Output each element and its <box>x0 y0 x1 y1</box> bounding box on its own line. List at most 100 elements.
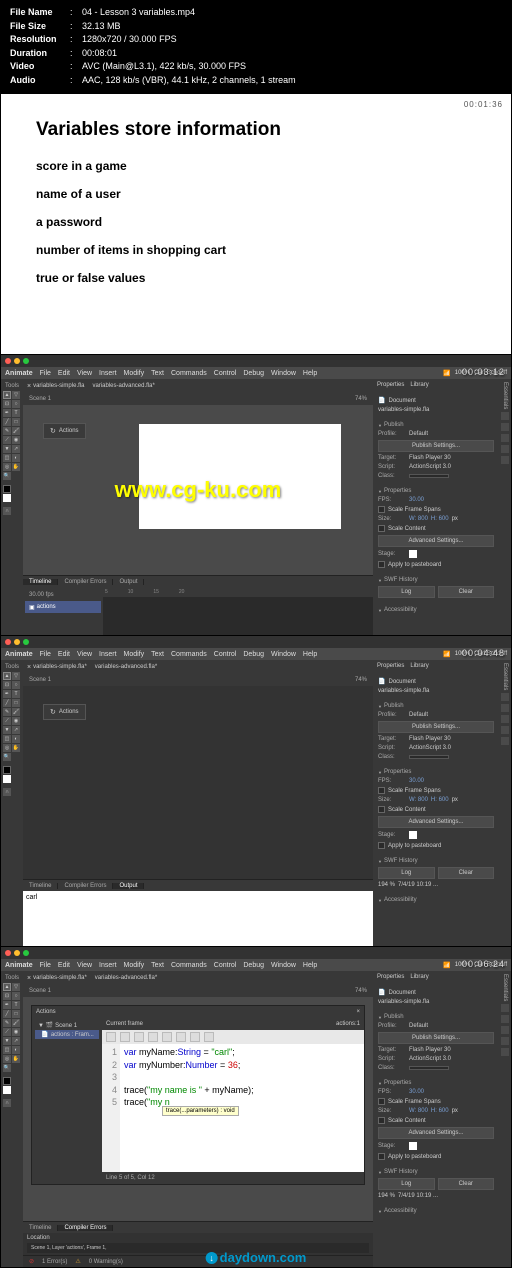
bone-tool-icon[interactable]: ⟋ <box>3 717 11 725</box>
menu-insert[interactable]: Insert <box>99 962 117 969</box>
hand-tool-icon[interactable]: ✋ <box>12 1055 20 1063</box>
log-button[interactable]: Log <box>378 867 435 879</box>
maximize-icon[interactable] <box>23 639 29 645</box>
bucket-tool-icon[interactable]: ▼ <box>3 445 11 453</box>
camera-tool-icon[interactable]: ◎ <box>3 1055 11 1063</box>
eraser-tool-icon[interactable]: ◫ <box>3 735 11 743</box>
text-tool-icon[interactable]: T <box>12 1001 20 1009</box>
tab-properties[interactable]: Properties <box>377 382 404 388</box>
scale-frame-checkbox[interactable] <box>378 506 385 513</box>
stage-color[interactable] <box>409 831 417 839</box>
tab-compiler-errors[interactable]: Compiler Errors <box>58 579 113 585</box>
publish-settings-button[interactable]: Publish Settings... <box>378 440 494 452</box>
scene-name[interactable]: Scene 1 <box>29 988 51 994</box>
menu-insert[interactable]: Insert <box>99 370 117 377</box>
snap-icon[interactable]: ∩ <box>3 507 11 515</box>
components-icon[interactable] <box>501 1048 509 1056</box>
transform-tool-icon[interactable]: ⊡ <box>3 681 11 689</box>
menu-modify[interactable]: Modify <box>124 651 145 658</box>
advanced-settings-button[interactable]: Advanced Settings... <box>378 1127 494 1139</box>
bone-tool-icon[interactable]: ⟋ <box>3 436 11 444</box>
lasso-tool-icon[interactable]: ○ <box>12 681 20 689</box>
fps-value[interactable]: 30.00 <box>409 778 424 784</box>
stage[interactable]: Actions <box>23 686 373 879</box>
close-icon[interactable] <box>5 950 11 956</box>
menu-help[interactable]: Help <box>303 651 317 658</box>
brush-tool-icon[interactable]: 🖌 <box>12 1019 20 1027</box>
menu-text[interactable]: Text <box>151 962 164 969</box>
lasso-tool-icon[interactable]: ○ <box>12 400 20 408</box>
menu-modify[interactable]: Modify <box>124 962 145 969</box>
clear-button[interactable]: Clear <box>438 586 495 598</box>
lasso-tool-icon[interactable]: ○ <box>12 992 20 1000</box>
script-value[interactable]: ActionScript 3.0 <box>409 464 451 470</box>
script-value[interactable]: ActionScript 3.0 <box>409 745 451 751</box>
pasteboard-checkbox[interactable] <box>378 561 385 568</box>
selection-tool-icon[interactable]: ▲ <box>3 391 11 399</box>
transform-tool-icon[interactable]: ⊡ <box>3 400 11 408</box>
stroke-color[interactable] <box>3 766 11 774</box>
section-swf-history[interactable]: SWF History <box>378 1169 494 1175</box>
publish-settings-button[interactable]: Publish Settings... <box>378 721 494 733</box>
pasteboard-checkbox[interactable] <box>378 842 385 849</box>
menu-debug[interactable]: Debug <box>243 962 264 969</box>
bucket-tool-icon[interactable]: ▼ <box>3 726 11 734</box>
section-publish[interactable]: Publish <box>378 1014 494 1020</box>
timeline[interactable]: 30.00 fps ▣ actions 5101520 <box>23 587 373 635</box>
stroke-color[interactable] <box>3 1077 11 1085</box>
fps-value[interactable]: 30.00 <box>409 1089 424 1095</box>
rect-tool-icon[interactable]: □ <box>12 418 20 426</box>
stage[interactable]: Actions www.cg-ku.com <box>23 405 373 575</box>
stage-color[interactable] <box>409 550 417 558</box>
window-controls[interactable] <box>1 355 511 367</box>
size-w[interactable]: W: 800 <box>409 1108 428 1114</box>
section-properties[interactable]: Properties <box>378 1080 494 1086</box>
zoom-value[interactable]: 74% <box>355 988 367 994</box>
snap-icon[interactable]: ∩ <box>3 1099 11 1107</box>
size-w[interactable]: W: 800 <box>409 797 428 803</box>
pen-tool-icon[interactable]: ✒ <box>3 409 11 417</box>
menu-text[interactable]: Text <box>151 370 164 377</box>
bone-tool-icon[interactable]: ⟋ <box>3 1028 11 1036</box>
eraser-tool-icon[interactable]: ◫ <box>3 1046 11 1054</box>
clear-button[interactable]: Clear <box>438 1178 495 1190</box>
doc-tab-2[interactable]: variables-advanced.fla* <box>95 975 157 981</box>
pasteboard-checkbox[interactable] <box>378 1153 385 1160</box>
brush-tool-icon[interactable]: 🖌 <box>12 427 20 435</box>
transform-icon[interactable] <box>501 1037 509 1045</box>
menu-view[interactable]: View <box>77 651 92 658</box>
section-publish[interactable]: Publish <box>378 422 494 428</box>
section-accessibility[interactable]: Accessibility <box>378 897 494 903</box>
publish-settings-button[interactable]: Publish Settings... <box>378 1032 494 1044</box>
zoom-tool-icon[interactable]: 🔍 <box>3 472 11 480</box>
pen-tool-icon[interactable]: ✒ <box>3 1001 11 1009</box>
menu-file[interactable]: File <box>40 962 51 969</box>
tab-library[interactable]: Library <box>410 974 428 980</box>
camera-tool-icon[interactable]: ◎ <box>3 463 11 471</box>
nav-actions-frame[interactable]: 📄 actions : Fram... <box>35 1030 99 1039</box>
maximize-icon[interactable] <box>23 358 29 364</box>
size-h[interactable]: H: 600 <box>431 797 449 803</box>
section-properties[interactable]: Properties <box>378 769 494 775</box>
menu-edit[interactable]: Edit <box>58 651 70 658</box>
class-input[interactable] <box>409 1066 449 1070</box>
rect-tool-icon[interactable]: □ <box>12 1010 20 1018</box>
advanced-settings-button[interactable]: Advanced Settings... <box>378 535 494 547</box>
paint-tool-icon[interactable]: ◉ <box>12 717 20 725</box>
text-tool-icon[interactable]: T <box>12 409 20 417</box>
tab-properties[interactable]: Properties <box>377 974 404 980</box>
eyedropper-tool-icon[interactable]: ↗ <box>12 445 20 453</box>
script-value[interactable]: ActionScript 3.0 <box>409 1056 451 1062</box>
line-tool-icon[interactable]: ╱ <box>3 418 11 426</box>
doc-tab-1[interactable]: variables-simple.fla <box>27 383 84 390</box>
collapse-icon[interactable] <box>176 1032 186 1042</box>
code-content[interactable]: 1 2 3 4 5 var myName:String = "carl"; va… <box>102 1044 364 1172</box>
size-h[interactable]: H: 600 <box>431 516 449 522</box>
window-controls[interactable] <box>1 636 511 648</box>
advanced-settings-button[interactable]: Advanced Settings... <box>378 816 494 828</box>
menu-control[interactable]: Control <box>214 370 237 377</box>
class-input[interactable] <box>409 755 449 759</box>
menu-control[interactable]: Control <box>214 651 237 658</box>
section-publish[interactable]: Publish <box>378 703 494 709</box>
paint-tool-icon[interactable]: ◉ <box>12 436 20 444</box>
